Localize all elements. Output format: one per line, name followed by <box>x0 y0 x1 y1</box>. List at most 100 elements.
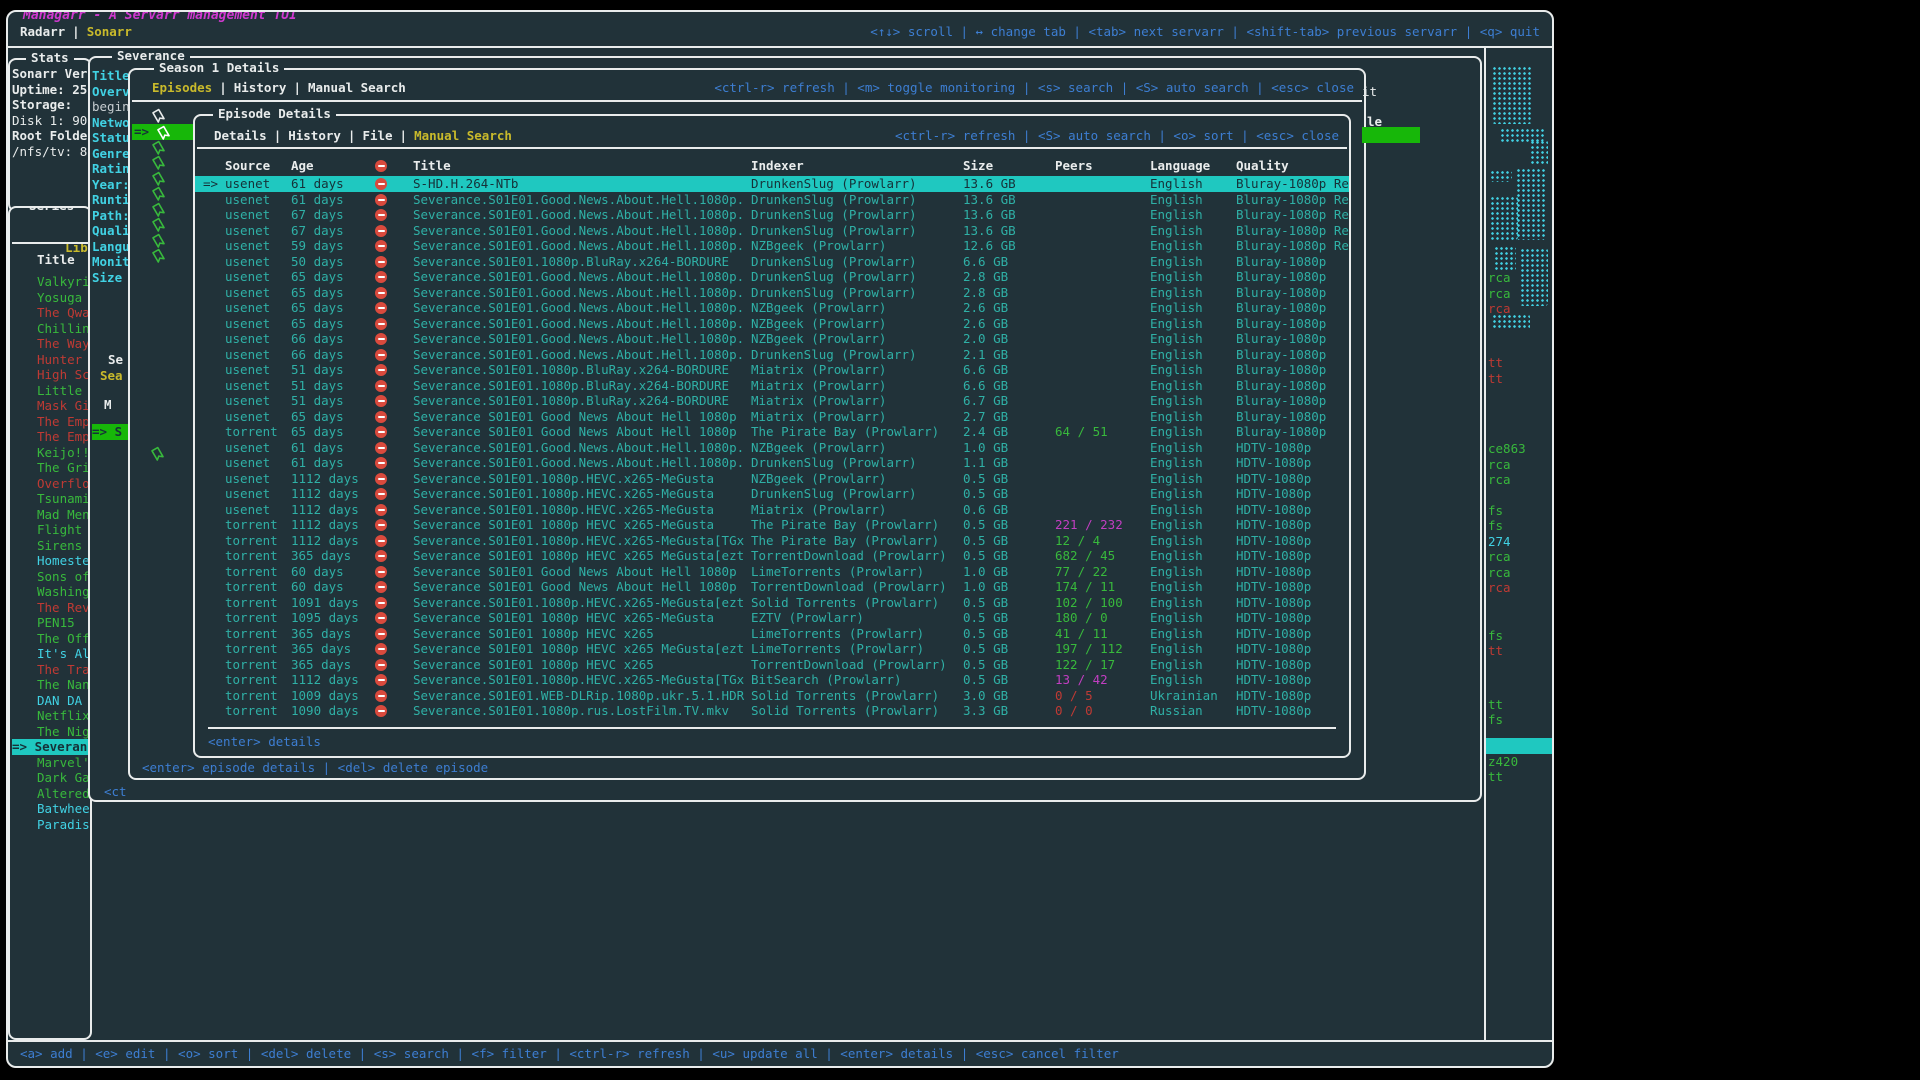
series-item-selected[interactable]: => Severan <box>12 739 90 755</box>
series-item[interactable]: The Way <box>37 336 92 352</box>
series-list-header: Title <box>37 252 75 268</box>
episode-monitored-icon <box>153 248 166 267</box>
series-item[interactable]: Sirens <box>37 538 92 554</box>
series-item[interactable]: Flight <box>37 522 92 538</box>
release-row[interactable]: usenet61 daysSeverance.S01E01.Good.News.… <box>195 192 1349 208</box>
release-row[interactable]: torrent1095 daysSeverance S01E01 1080p H… <box>195 610 1349 626</box>
series-item[interactable]: The Nan <box>37 677 92 693</box>
release-row[interactable]: usenet67 daysSeverance.S01E01.Good.News.… <box>195 223 1349 239</box>
series-item[interactable]: Marvel' <box>37 755 92 771</box>
season-tab-manual-search[interactable]: Manual Search <box>308 80 406 95</box>
release-row[interactable]: usenet61 daysSeverance.S01E01.Good.News.… <box>195 455 1349 471</box>
series-item[interactable]: Batwhee <box>37 801 92 817</box>
release-size: 3.3 GB <box>963 703 1055 719</box>
release-row[interactable]: torrent1091 daysSeverance.S01E01.1080p.H… <box>195 595 1349 611</box>
release-rejected <box>365 238 413 254</box>
release-row[interactable]: torrent365 daysSeverance S01E01 1080p HE… <box>195 548 1349 564</box>
series-item[interactable]: Yosuga <box>37 290 92 306</box>
release-row[interactable]: usenet65 daysSeverance.S01E01.Good.News.… <box>195 300 1349 316</box>
servarr-tab-sonarr[interactable]: Sonarr <box>87 24 132 39</box>
series-item[interactable]: Paradis <box>37 817 92 833</box>
release-row[interactable]: usenet51 daysSeverance.S01E01.1080p.BluR… <box>195 362 1349 378</box>
release-row[interactable]: torrent60 daysSeverance S01E01 Good News… <box>195 564 1349 580</box>
tag-icon <box>149 246 170 269</box>
release-row[interactable]: torrent365 daysSeverance S01E01 1080p HE… <box>195 626 1349 642</box>
series-item[interactable]: The Nig <box>37 724 92 740</box>
episode-tab-manual-search[interactable]: Manual Search <box>414 128 512 143</box>
series-item[interactable]: Homeste <box>37 553 92 569</box>
series-item[interactable]: The Gri <box>37 460 92 476</box>
season-tab-history[interactable]: History <box>234 80 287 95</box>
servarr-tab-radarr[interactable]: Radarr <box>20 24 65 39</box>
release-row[interactable]: usenet1112 daysSeverance.S01E01.1080p.HE… <box>195 486 1349 502</box>
series-item[interactable]: Altered <box>37 786 92 802</box>
col-quality: Quality <box>1236 158 1349 174</box>
series-panel-title: Series <box>24 206 79 214</box>
release-row[interactable]: usenet65 daysSeverance.S01E01.Good.News.… <box>195 269 1349 285</box>
episode-row-selected[interactable]: => <box>132 124 194 140</box>
episode-tab-file[interactable]: File <box>362 128 392 143</box>
release-size: 13.6 GB <box>963 207 1055 223</box>
release-row[interactable]: torrent365 daysSeverance S01E01 1080p HE… <box>195 657 1349 673</box>
release-row[interactable]: usenet1112 daysSeverance.S01E01.1080p.HE… <box>195 502 1349 518</box>
release-row[interactable]: usenet65 daysSeverance S01E01 Good News … <box>195 409 1349 425</box>
release-quality: Bluray-1080p Re <box>1236 176 1349 192</box>
release-row[interactable]: usenet66 daysSeverance.S01E01.Good.News.… <box>195 331 1349 347</box>
series-item[interactable]: The Emp <box>37 414 92 430</box>
release-row[interactable]: torrent1009 daysSeverance.S01E01.WEB-DLR… <box>195 688 1349 704</box>
episode-tab-details[interactable]: Details <box>214 128 267 143</box>
series-item[interactable]: The Qwa <box>37 305 92 321</box>
release-row[interactable]: usenet59 daysSeverance.S01E01.Good.News.… <box>195 238 1349 254</box>
release-row[interactable]: usenet61 daysSeverance.S01E01.Good.News.… <box>195 440 1349 456</box>
rejected-icon <box>375 209 387 221</box>
series-item[interactable]: Mask Gi <box>37 398 92 414</box>
release-language: Russian <box>1150 703 1236 719</box>
release-row[interactable]: torrent1112 daysSeverance S01E01 1080p H… <box>195 517 1349 533</box>
release-row[interactable]: usenet51 daysSeverance.S01E01.1080p.BluR… <box>195 378 1349 394</box>
series-item[interactable]: Tsunami <box>37 491 92 507</box>
release-title: Severance S01E01 Good News About Hell 10… <box>413 409 751 425</box>
release-rejected <box>365 254 413 270</box>
release-row[interactable]: usenet65 daysSeverance.S01E01.Good.News.… <box>195 316 1349 332</box>
release-row[interactable]: usenet66 daysSeverance.S01E01.Good.News.… <box>195 347 1349 363</box>
series-item[interactable]: The Tra <box>37 662 92 678</box>
series-item[interactable]: Little <box>37 383 92 399</box>
episode-tab-history[interactable]: History <box>288 128 341 143</box>
release-row[interactable]: torrent365 daysSeverance S01E01 1080p HE… <box>195 641 1349 657</box>
series-item[interactable]: DAN DA <box>37 693 92 709</box>
series-item[interactable]: PEN15 <box>37 615 92 631</box>
series-item[interactable]: Washing <box>37 584 92 600</box>
release-row[interactable]: =>usenet61 daysS-HD.H.264-NTbDrunkenSlug… <box>195 176 1349 192</box>
series-item[interactable]: Valkyri <box>37 274 92 290</box>
season-tab-episodes[interactable]: Episodes <box>152 80 212 95</box>
release-age: 61 days <box>291 455 365 471</box>
series-item[interactable]: The Rev <box>37 600 92 616</box>
release-row[interactable]: usenet50 daysSeverance.S01E01.1080p.BluR… <box>195 254 1349 270</box>
series-item[interactable]: It's Al <box>37 646 92 662</box>
release-row[interactable]: usenet51 daysSeverance.S01E01.1080p.BluR… <box>195 393 1349 409</box>
series-item[interactable]: The Off <box>37 631 92 647</box>
release-row[interactable]: torrent65 daysSeverance S01E01 Good News… <box>195 424 1349 440</box>
release-size: 0.5 GB <box>963 486 1055 502</box>
release-row[interactable]: torrent1112 daysSeverance.S01E01.1080p.H… <box>195 672 1349 688</box>
release-size: 6.6 GB <box>963 362 1055 378</box>
release-row[interactable]: torrent60 daysSeverance S01E01 Good News… <box>195 579 1349 595</box>
series-item[interactable]: Overflo <box>37 476 92 492</box>
series-item[interactable]: Dark Ga <box>37 770 92 786</box>
series-item[interactable]: Netflix <box>37 708 92 724</box>
release-quality: Bluray-1080p <box>1236 285 1349 301</box>
release-row[interactable]: usenet65 daysSeverance.S01E01.Good.News.… <box>195 285 1349 301</box>
release-row[interactable]: torrent1090 daysSeverance.S01E01.1080p.r… <box>195 703 1349 719</box>
series-item[interactable]: High Sc <box>37 367 92 383</box>
series-item[interactable]: Keijo!! <box>37 445 92 461</box>
series-item[interactable]: Hunter <box>37 352 92 368</box>
release-row[interactable]: usenet67 daysSeverance.S01E01.Good.News.… <box>195 207 1349 223</box>
series-item[interactable]: The Emp <box>37 429 92 445</box>
series-item[interactable]: Mad Men <box>37 507 92 523</box>
release-row[interactable]: torrent1112 daysSeverance.S01E01.1080p.H… <box>195 533 1349 549</box>
series-item[interactable]: Chillin <box>37 321 92 337</box>
poster-dots <box>1494 246 1516 272</box>
series-item[interactable]: Sons of <box>37 569 92 585</box>
release-age: 59 days <box>291 238 365 254</box>
release-row[interactable]: usenet1112 daysSeverance.S01E01.1080p.HE… <box>195 471 1349 487</box>
